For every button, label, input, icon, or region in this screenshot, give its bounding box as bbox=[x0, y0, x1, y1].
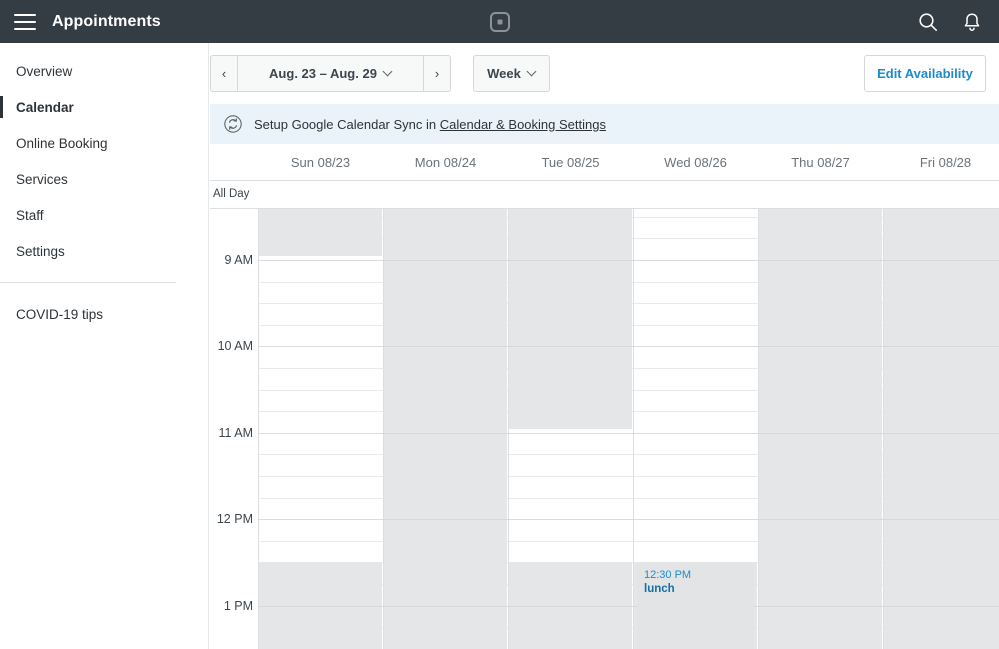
google-calendar-sync-banner: Setup Google Calendar Sync in Calendar &… bbox=[210, 104, 999, 144]
grid-line bbox=[258, 584, 999, 585]
sidebar-item-label: Calendar bbox=[16, 100, 74, 115]
grid-line bbox=[258, 498, 999, 499]
sidebar-item-services[interactable]: Services bbox=[0, 161, 208, 197]
calendar-toolbar: ‹ Aug. 23 – Aug. 29 › Week Edit Availabi… bbox=[210, 43, 999, 104]
view-mode-dropdown[interactable]: Week bbox=[473, 55, 550, 92]
time-label-1: 10 AM bbox=[210, 339, 253, 353]
grid-line bbox=[258, 606, 999, 607]
square-logo-icon[interactable] bbox=[489, 11, 511, 33]
sidebar-item-label: Services bbox=[16, 172, 68, 187]
grid-line bbox=[258, 217, 999, 218]
main-content: ‹ Aug. 23 – Aug. 29 › Week Edit Availabi… bbox=[210, 43, 999, 649]
grid-line bbox=[258, 238, 999, 239]
sync-icon bbox=[223, 114, 243, 134]
time-label-4: 1 PM bbox=[210, 599, 253, 613]
chevron-down-icon bbox=[384, 68, 392, 76]
time-label-0: 9 AM bbox=[210, 253, 253, 267]
grid-line bbox=[258, 390, 999, 391]
grid-line bbox=[258, 562, 999, 563]
day-column-1[interactable] bbox=[383, 209, 507, 649]
sidebar-item-label: Online Booking bbox=[16, 136, 108, 151]
day-header-5[interactable]: Fri 08/28 bbox=[883, 155, 999, 170]
event-time: 12:30 PM bbox=[644, 569, 747, 582]
sidebar-item-online-booking[interactable]: Online Booking bbox=[0, 125, 208, 161]
calendar-time-grid: 9 AM 10 AM 11 AM 12 PM 1 PM 12:30 PMlunch bbox=[210, 209, 999, 649]
all-day-label: All Day bbox=[213, 188, 249, 200]
day-column-2[interactable] bbox=[508, 209, 632, 649]
hamburger-menu-icon[interactable] bbox=[14, 14, 36, 30]
sidebar-item-label: Overview bbox=[16, 64, 72, 79]
grid-line bbox=[258, 368, 999, 369]
event-title: lunch bbox=[644, 582, 747, 596]
app-title: Appointments bbox=[52, 13, 161, 31]
day-column-5[interactable] bbox=[883, 209, 999, 649]
grid-line bbox=[258, 325, 999, 326]
grid-line bbox=[258, 303, 999, 304]
edit-availability-button[interactable]: Edit Availability bbox=[864, 55, 986, 92]
grid-line bbox=[258, 260, 999, 261]
banner-text: Setup Google Calendar Sync in bbox=[254, 117, 436, 132]
previous-week-button[interactable]: ‹ bbox=[210, 55, 238, 92]
grid-line bbox=[258, 627, 999, 628]
day-header-3[interactable]: Wed 08/26 bbox=[633, 155, 758, 170]
time-label-3: 12 PM bbox=[210, 512, 253, 526]
view-mode-label: Week bbox=[487, 66, 521, 81]
bell-icon[interactable] bbox=[961, 11, 983, 33]
day-header-0[interactable]: Sun 08/23 bbox=[258, 155, 383, 170]
day-header-row: Sun 08/23Mon 08/24Tue 08/25Wed 08/26Thu … bbox=[210, 144, 999, 181]
sidebar-item-calendar[interactable]: Calendar bbox=[0, 89, 208, 125]
day-header-1[interactable]: Mon 08/24 bbox=[383, 155, 508, 170]
grid-line bbox=[258, 411, 999, 412]
day-header-2[interactable]: Tue 08/25 bbox=[508, 155, 633, 170]
topbar-actions bbox=[917, 11, 983, 33]
grid-line bbox=[258, 476, 999, 477]
sidebar-item-label: Staff bbox=[16, 208, 44, 223]
date-range-label: Aug. 23 – Aug. 29 bbox=[269, 66, 377, 81]
day-column-0[interactable] bbox=[258, 209, 382, 649]
sidebar-item-settings[interactable]: Settings bbox=[0, 233, 208, 269]
calendar-event[interactable]: 12:30 PMlunch bbox=[637, 563, 754, 649]
sidebar-item-staff[interactable]: Staff bbox=[0, 197, 208, 233]
top-app-bar: Appointments bbox=[0, 0, 999, 43]
search-icon[interactable] bbox=[917, 11, 939, 33]
calendar-booking-settings-link[interactable]: Calendar & Booking Settings bbox=[440, 117, 606, 132]
day-column-4[interactable] bbox=[758, 209, 882, 649]
day-header-4[interactable]: Thu 08/27 bbox=[758, 155, 883, 170]
grid-line bbox=[258, 346, 999, 347]
sidebar-item-list: Overview Calendar Online Booking Services St… bbox=[0, 53, 208, 269]
date-navigation-group: ‹ Aug. 23 – Aug. 29 › bbox=[210, 55, 451, 92]
grid-line bbox=[258, 433, 999, 434]
sidebar-item-label: Settings bbox=[16, 244, 65, 259]
grid-line bbox=[258, 519, 999, 520]
time-label-2: 11 AM bbox=[210, 426, 253, 440]
grid-line bbox=[258, 282, 999, 283]
next-week-button[interactable]: › bbox=[423, 55, 451, 92]
all-day-row[interactable]: All Day bbox=[210, 181, 999, 209]
sidebar-item-overview[interactable]: Overview bbox=[0, 53, 208, 89]
chevron-down-icon bbox=[528, 68, 536, 76]
grid-line bbox=[258, 541, 999, 542]
sidebar-item-label: COVID-19 tips bbox=[16, 307, 103, 322]
sidebar-footer-list: COVID-19 tips bbox=[0, 296, 208, 332]
sidebar-item-covid-19-tips[interactable]: COVID-19 tips bbox=[0, 296, 208, 332]
unavailable-slot bbox=[509, 209, 632, 429]
sidebar-divider bbox=[0, 282, 176, 283]
grid-line bbox=[258, 454, 999, 455]
sidebar-nav: Overview Calendar Online Booking Services St… bbox=[0, 43, 209, 649]
date-range-dropdown[interactable]: Aug. 23 – Aug. 29 bbox=[238, 55, 423, 92]
